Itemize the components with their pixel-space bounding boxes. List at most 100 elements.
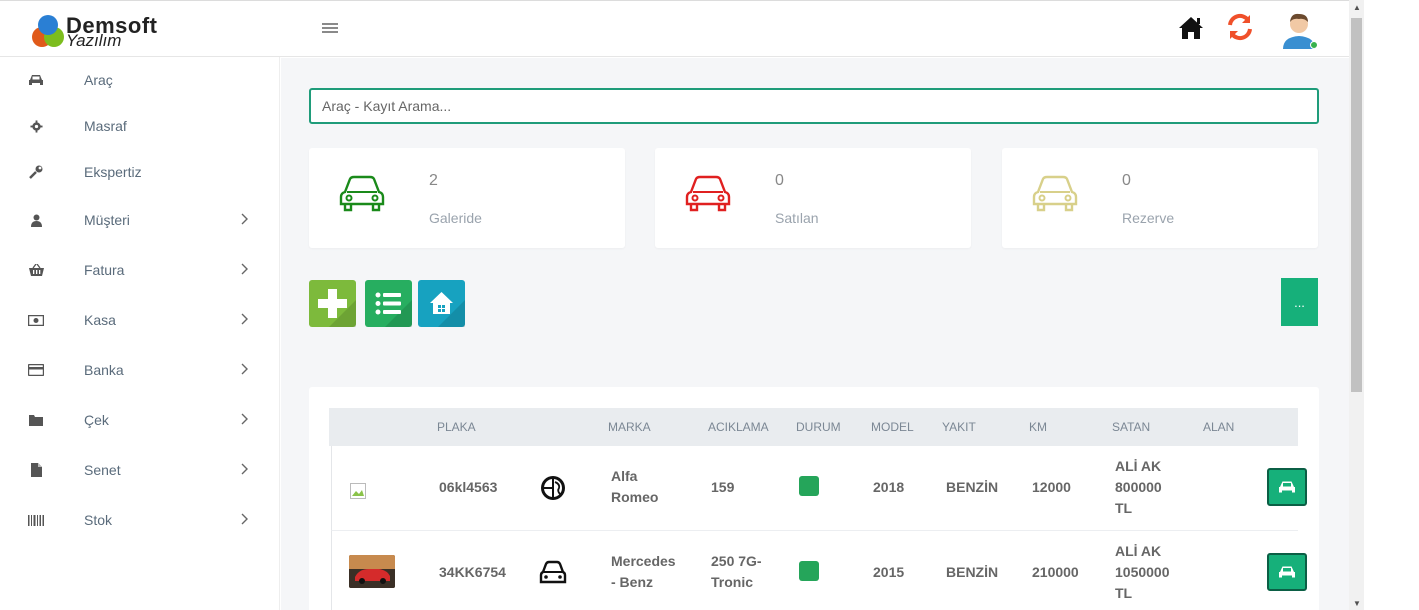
logo-icon xyxy=(32,15,64,47)
logo-subtitle: Yazılım xyxy=(66,31,122,50)
durum-status-badge xyxy=(799,476,819,496)
marka-cell: Mercedes xyxy=(611,553,676,569)
yakit-cell: BENZİN xyxy=(946,479,999,495)
stat-card-rezerve[interactable]: 0 Rezerve xyxy=(1002,148,1318,248)
search-input[interactable] xyxy=(309,88,1319,124)
sidebar-item-fatura[interactable]: Fatura xyxy=(0,247,280,293)
durum-status-badge xyxy=(799,561,819,581)
basket-icon xyxy=(27,261,45,279)
marka-cell-line2: - Benz xyxy=(611,574,653,590)
vehicle-detail-button[interactable] xyxy=(1267,468,1307,506)
wrench-icon xyxy=(27,163,45,181)
credit-card-icon xyxy=(27,361,45,379)
column-header[interactable]: KM xyxy=(1029,420,1047,434)
aciklama-cell: 250 7G- xyxy=(711,553,762,569)
car-icon xyxy=(685,175,731,212)
home-icon[interactable] xyxy=(1176,11,1210,45)
add-button[interactable] xyxy=(309,280,356,327)
satan-cell: ALİ AK xyxy=(1115,543,1162,559)
list-icon xyxy=(375,292,412,327)
more-button[interactable]: ... xyxy=(1281,278,1318,326)
sidebar-item-musteri[interactable]: Müşteri xyxy=(0,197,280,243)
vehicle-photo[interactable] xyxy=(349,555,395,588)
satan-cell: ALİ AK xyxy=(1115,458,1162,474)
home-icon xyxy=(430,292,465,327)
satan-cell-line3: TL xyxy=(1115,585,1133,601)
scroll-up-arrow-icon[interactable]: ▲ xyxy=(1353,3,1361,12)
sidebar-item-masraf[interactable]: Masraf xyxy=(0,103,280,149)
column-header[interactable]: DURUM xyxy=(796,420,841,434)
broken-image-icon xyxy=(350,483,366,499)
chevron-right-icon xyxy=(241,312,249,328)
table-row[interactable]: 06kl4563 Alfa Romeo 159 2018 BENZİN 1200… xyxy=(331,446,1307,531)
plaka-cell: 06kl4563 xyxy=(439,479,498,495)
hamburger-icon[interactable] xyxy=(322,20,340,38)
column-header[interactable]: YAKIT xyxy=(942,420,976,434)
column-header[interactable]: PLAKA xyxy=(437,420,476,434)
sidebar-item-label: Müşteri xyxy=(84,212,130,228)
plaka-cell: 34KK6754 xyxy=(439,564,506,580)
vehicle-detail-button[interactable] xyxy=(1267,553,1307,591)
table-row[interactable]: 34KK6754 Mercedes - Benz 250 7G- Tronic … xyxy=(331,531,1307,610)
online-status-dot xyxy=(1310,41,1318,49)
column-header[interactable]: ALAN xyxy=(1203,420,1234,434)
marka-cell: Alfa xyxy=(611,468,638,484)
chevron-right-icon xyxy=(241,212,249,228)
list-button[interactable] xyxy=(365,280,412,327)
vehicle-table: PLAKA MARKA ACIKLAMA DURUM MODEL YAKIT K… xyxy=(309,387,1319,610)
sidebar-item-label: Banka xyxy=(84,362,124,378)
scrollbar-thumb[interactable] xyxy=(1351,18,1362,392)
stat-label: Satılan xyxy=(775,210,819,226)
gear-icon xyxy=(27,117,45,135)
main-content: 2 Galeride 0 Satılan 0 Rezerve xyxy=(281,58,1349,610)
plus-icon xyxy=(318,289,356,327)
column-header[interactable]: SATAN xyxy=(1112,420,1150,434)
column-header[interactable]: MARKA xyxy=(608,420,651,434)
logo[interactable]: Demsoft Yazılım xyxy=(30,13,180,50)
table-header: PLAKA MARKA ACIKLAMA DURUM MODEL YAKIT K… xyxy=(329,408,1298,446)
marka-cell-line2: Romeo xyxy=(611,489,659,505)
km-cell: 12000 xyxy=(1032,479,1071,495)
car-icon xyxy=(1279,481,1295,493)
chevron-right-icon xyxy=(241,512,249,528)
sidebar-item-label: Ekspertiz xyxy=(84,164,142,180)
satan-cell-line2: 1050000 xyxy=(1115,564,1170,580)
car-icon xyxy=(27,71,45,89)
user-avatar-icon[interactable] xyxy=(1280,9,1320,51)
sidebar-item-kasa[interactable]: Kasa xyxy=(0,297,280,343)
model-cell: 2018 xyxy=(873,479,905,495)
sidebar-item-stok[interactable]: Stok xyxy=(0,497,280,543)
sidebar-item-label: Fatura xyxy=(84,262,125,278)
column-header[interactable]: ACIKLAMA xyxy=(708,420,769,434)
model-cell: 2015 xyxy=(873,564,905,580)
aciklama-cell: 159 xyxy=(711,479,735,495)
stat-card-satilan[interactable]: 0 Satılan xyxy=(655,148,971,248)
stat-card-galeride[interactable]: 2 Galeride xyxy=(309,148,625,248)
top-header: Demsoft Yazılım xyxy=(0,0,1349,57)
sidebar-item-arac[interactable]: Araç xyxy=(0,57,280,103)
sidebar-item-label: Stok xyxy=(84,512,113,528)
vertical-scrollbar[interactable]: ▲ ▼ xyxy=(1349,0,1364,610)
satan-cell-line3: TL xyxy=(1115,500,1133,516)
stat-value: 0 xyxy=(1122,172,1131,189)
sidebar-item-senet[interactable]: Senet xyxy=(0,447,280,493)
chevron-right-icon xyxy=(241,462,249,478)
stat-value: 0 xyxy=(775,172,784,189)
scroll-down-arrow-icon[interactable]: ▼ xyxy=(1353,599,1361,608)
yakit-cell: BENZİN xyxy=(946,564,999,580)
column-header[interactable]: MODEL xyxy=(871,420,914,434)
home-button[interactable] xyxy=(418,280,465,327)
satan-cell-line2: 800000 xyxy=(1115,479,1162,495)
sidebar-item-label: Çek xyxy=(84,412,109,428)
chevron-right-icon xyxy=(241,262,249,278)
user-icon xyxy=(27,211,45,229)
cash-icon xyxy=(27,311,45,329)
refresh-icon[interactable] xyxy=(1224,11,1258,45)
sidebar-item-banka[interactable]: Banka xyxy=(0,347,280,393)
sidebar-item-cek[interactable]: Çek xyxy=(0,397,280,443)
sidebar-item-label: Araç xyxy=(84,72,113,88)
sidebar-item-ekspertiz[interactable]: Ekspertiz xyxy=(0,149,280,195)
stat-value: 2 xyxy=(429,172,438,189)
stat-label: Rezerve xyxy=(1122,210,1175,226)
alfa-romeo-logo-icon xyxy=(540,475,566,501)
